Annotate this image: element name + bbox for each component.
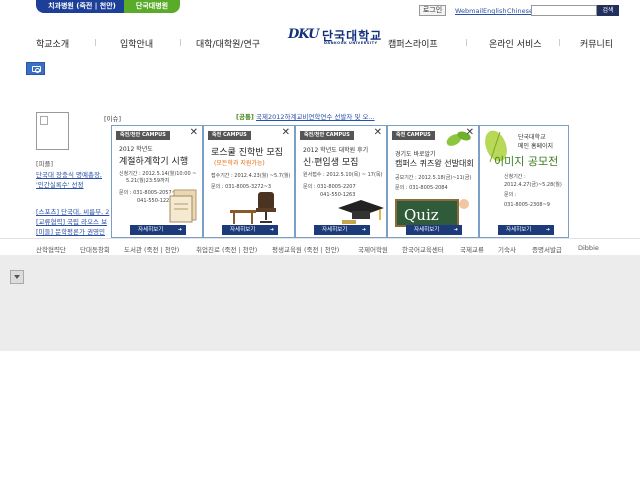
- camera-icon[interactable]: [26, 62, 45, 75]
- chinese-link[interactable]: Chinese: [507, 7, 533, 15]
- footer-area: [0, 255, 640, 351]
- banner-subtitle: (모든학과 지원가능): [214, 160, 265, 167]
- banner-info: 접수기간 : 2012.4.23(월) ~5.7(월): [211, 173, 291, 179]
- gnb-divider: [559, 39, 560, 46]
- banner-info: 문의 : 031-8005-2207: [303, 184, 356, 190]
- search-input[interactable]: [531, 5, 597, 16]
- banner-info: 문의 :: [504, 192, 517, 198]
- quick-link-dormitory[interactable]: 기숙사: [498, 244, 516, 254]
- chalkboard-icon: Quiz: [395, 199, 469, 227]
- dankook-hospital-link[interactable]: 단국대병원: [124, 0, 180, 13]
- close-icon[interactable]: ✕: [190, 128, 198, 138]
- banner-info: 원서접수 : 2012.5.10(목) ~ 17(목): [303, 172, 383, 178]
- quick-link-career[interactable]: 취업진로 (죽전 | 천안): [196, 244, 257, 254]
- login-button[interactable]: 로그인: [419, 5, 446, 16]
- banner-title: 신·편입생 모집: [303, 158, 359, 168]
- gnb-academics[interactable]: 대학/대학원/연구: [196, 37, 260, 50]
- quick-link-korean-center[interactable]: 한국어교육센터: [402, 244, 444, 254]
- banner-info: 2012.4.27(금)~5.28(월): [504, 182, 562, 188]
- banner-law-school[interactable]: 죽전 CAMPUS ✕ 로스쿨 진학반 모집 (모든학과 지원가능) 접수기간 …: [203, 125, 295, 238]
- webmail-link[interactable]: Webmail: [455, 7, 483, 15]
- notice-label: [공통]: [236, 113, 254, 121]
- quick-link-industry[interactable]: 산학협력단: [36, 244, 66, 254]
- quick-link-library[interactable]: 도서관 (죽전 | 천안): [124, 244, 179, 254]
- gnb-about[interactable]: 학교소개: [36, 37, 69, 50]
- english-link[interactable]: English: [483, 7, 506, 15]
- quick-link-dibbie[interactable]: Dibbie: [578, 244, 599, 252]
- banner-info: 문의 : 031-8005-2084: [395, 185, 448, 191]
- people-label: [피플]: [36, 160, 54, 168]
- top-bar: 치과병원 (죽전 | 천안) 단국대병원 로그인 Webmail English…: [0, 0, 640, 16]
- gnb-admission[interactable]: 입학안내: [120, 37, 153, 50]
- banner-line1: 경기도 바로알기: [395, 151, 436, 158]
- issue-label: [이슈]: [104, 115, 122, 123]
- books-icon: [169, 189, 197, 223]
- notice-ticker[interactable]: [공통] 국제2012하계교비연학연수 선발자 및 오...: [236, 111, 375, 121]
- gnb-community[interactable]: 커뮤니티: [580, 37, 613, 50]
- quick-link-alumni[interactable]: 단대동창회: [80, 244, 110, 254]
- banner-info: 신청기간 :: [504, 174, 526, 180]
- quick-link-language[interactable]: 국제어학원: [358, 244, 388, 254]
- gnb-divider: [466, 39, 467, 46]
- chalkboard-text: Quiz: [404, 206, 439, 224]
- banner-quiz-contest[interactable]: 죽전 CAMPUS ✕ 경기도 바로알기 캠퍼스 퀴즈왕 선발대회 공모기간 :…: [387, 125, 479, 238]
- memorial-news-link[interactable]: [미들] 문학평론가 권영민: [36, 226, 105, 236]
- banner-more-button[interactable]: 자세히보기: [314, 225, 370, 235]
- banner-summer-session[interactable]: 죽전/천안 CAMPUS ✕ 2012 학년도 계절하계학기 시행 신청기간 :…: [111, 125, 203, 238]
- banner-info: 공모기간 : 2012.5.18(금)~11(금): [395, 175, 472, 181]
- university-logo[interactable]: DKU 단국대학교 DANKOOK UNIVERSITY: [288, 27, 392, 47]
- banner-popup-group: 죽전/천안 CAMPUS ✕ 2012 학년도 계절하계학기 시행 신청기간 :…: [111, 125, 569, 238]
- banner-more-button[interactable]: 자세히보기: [406, 225, 462, 235]
- quick-link-lifelong[interactable]: 평생교육원 (죽전 | 천안): [272, 244, 339, 254]
- banner-more-button[interactable]: 자세히보기: [498, 225, 554, 235]
- chevron-down-icon[interactable]: [10, 270, 24, 284]
- close-icon[interactable]: ✕: [282, 128, 290, 138]
- gnb-online-service[interactable]: 온라인 서비스: [489, 37, 542, 50]
- campus-tag: 죽전/천안 CAMPUS: [116, 131, 170, 140]
- gnb-campus-life[interactable]: 캠퍼스라이프: [388, 37, 438, 50]
- banner-title: 계절하계학기 시행: [119, 157, 189, 167]
- people-news-link[interactable]: 단국대 장충식 명예총장,: [36, 169, 102, 179]
- graduation-cap-icon: [338, 200, 384, 224]
- logo-mark: DKU: [288, 27, 319, 42]
- close-icon[interactable]: ✕: [466, 128, 474, 138]
- banner-info: 신청기간 : 2012.5.14(월)10:00 ~: [119, 171, 197, 177]
- close-icon[interactable]: ✕: [374, 128, 382, 138]
- desk-chair-icon: [230, 192, 276, 224]
- logo-english-name: DANKOOK UNIVERSITY: [324, 41, 378, 45]
- banner-image-contest[interactable]: 단국대학교 메인 홈페이지 이미지 공모전 신청기간 : 2012.4.27(금…: [479, 125, 569, 238]
- dental-hospital-link[interactable]: 치과병원 (죽전 | 천안): [36, 0, 128, 13]
- search-button[interactable]: 검색: [597, 5, 619, 16]
- news-thumbnail[interactable]: [36, 112, 69, 150]
- banner-title: 캠퍼스 퀴즈왕 선발대회: [395, 159, 474, 168]
- banner-graduate-admission[interactable]: 죽전/천안 CAMPUS ✕ 2012 학년도 대학원 후기 신·편입생 모집 …: [295, 125, 387, 238]
- banner-line1: 단국대학교: [518, 134, 546, 141]
- quick-link-intl-exchange[interactable]: 국제교류: [460, 244, 484, 254]
- banner-title: 이미지 공모전: [494, 155, 559, 168]
- banner-line1: 2012 학년도 대학원 후기: [303, 147, 369, 154]
- banner-title: 로스쿨 진학반 모집: [211, 148, 283, 158]
- notice-text[interactable]: 국제2012하계교비연학연수 선발자 및 오...: [256, 113, 375, 121]
- banner-more-button[interactable]: 자세히보기: [222, 225, 278, 235]
- people-news-link-2[interactable]: '인간실록수' 선정: [36, 179, 84, 189]
- banner-more-button[interactable]: 자세히보기: [130, 225, 186, 235]
- banner-info: 031-8005-2308~9: [504, 202, 550, 208]
- gnb-divider: [180, 39, 181, 46]
- gnb-divider: [95, 39, 96, 46]
- banner-info: 5.21(월)23:59까지: [126, 178, 170, 184]
- campus-tag: 죽전 CAMPUS: [208, 131, 251, 140]
- campus-tag: 죽전 CAMPUS: [392, 131, 435, 140]
- exchange-news-link[interactable]: [교류협력] 국립 라오스 보: [36, 216, 107, 226]
- banner-line2: 메인 홈페이지: [518, 143, 554, 150]
- sports-news-link[interactable]: [스포츠] 단국대, 씨름부, 2: [36, 206, 109, 216]
- banner-line1: 2012 학년도: [119, 146, 153, 153]
- campus-tag: 죽전/천안 CAMPUS: [300, 131, 354, 140]
- quick-link-certificate[interactable]: 증명서발급: [532, 244, 562, 254]
